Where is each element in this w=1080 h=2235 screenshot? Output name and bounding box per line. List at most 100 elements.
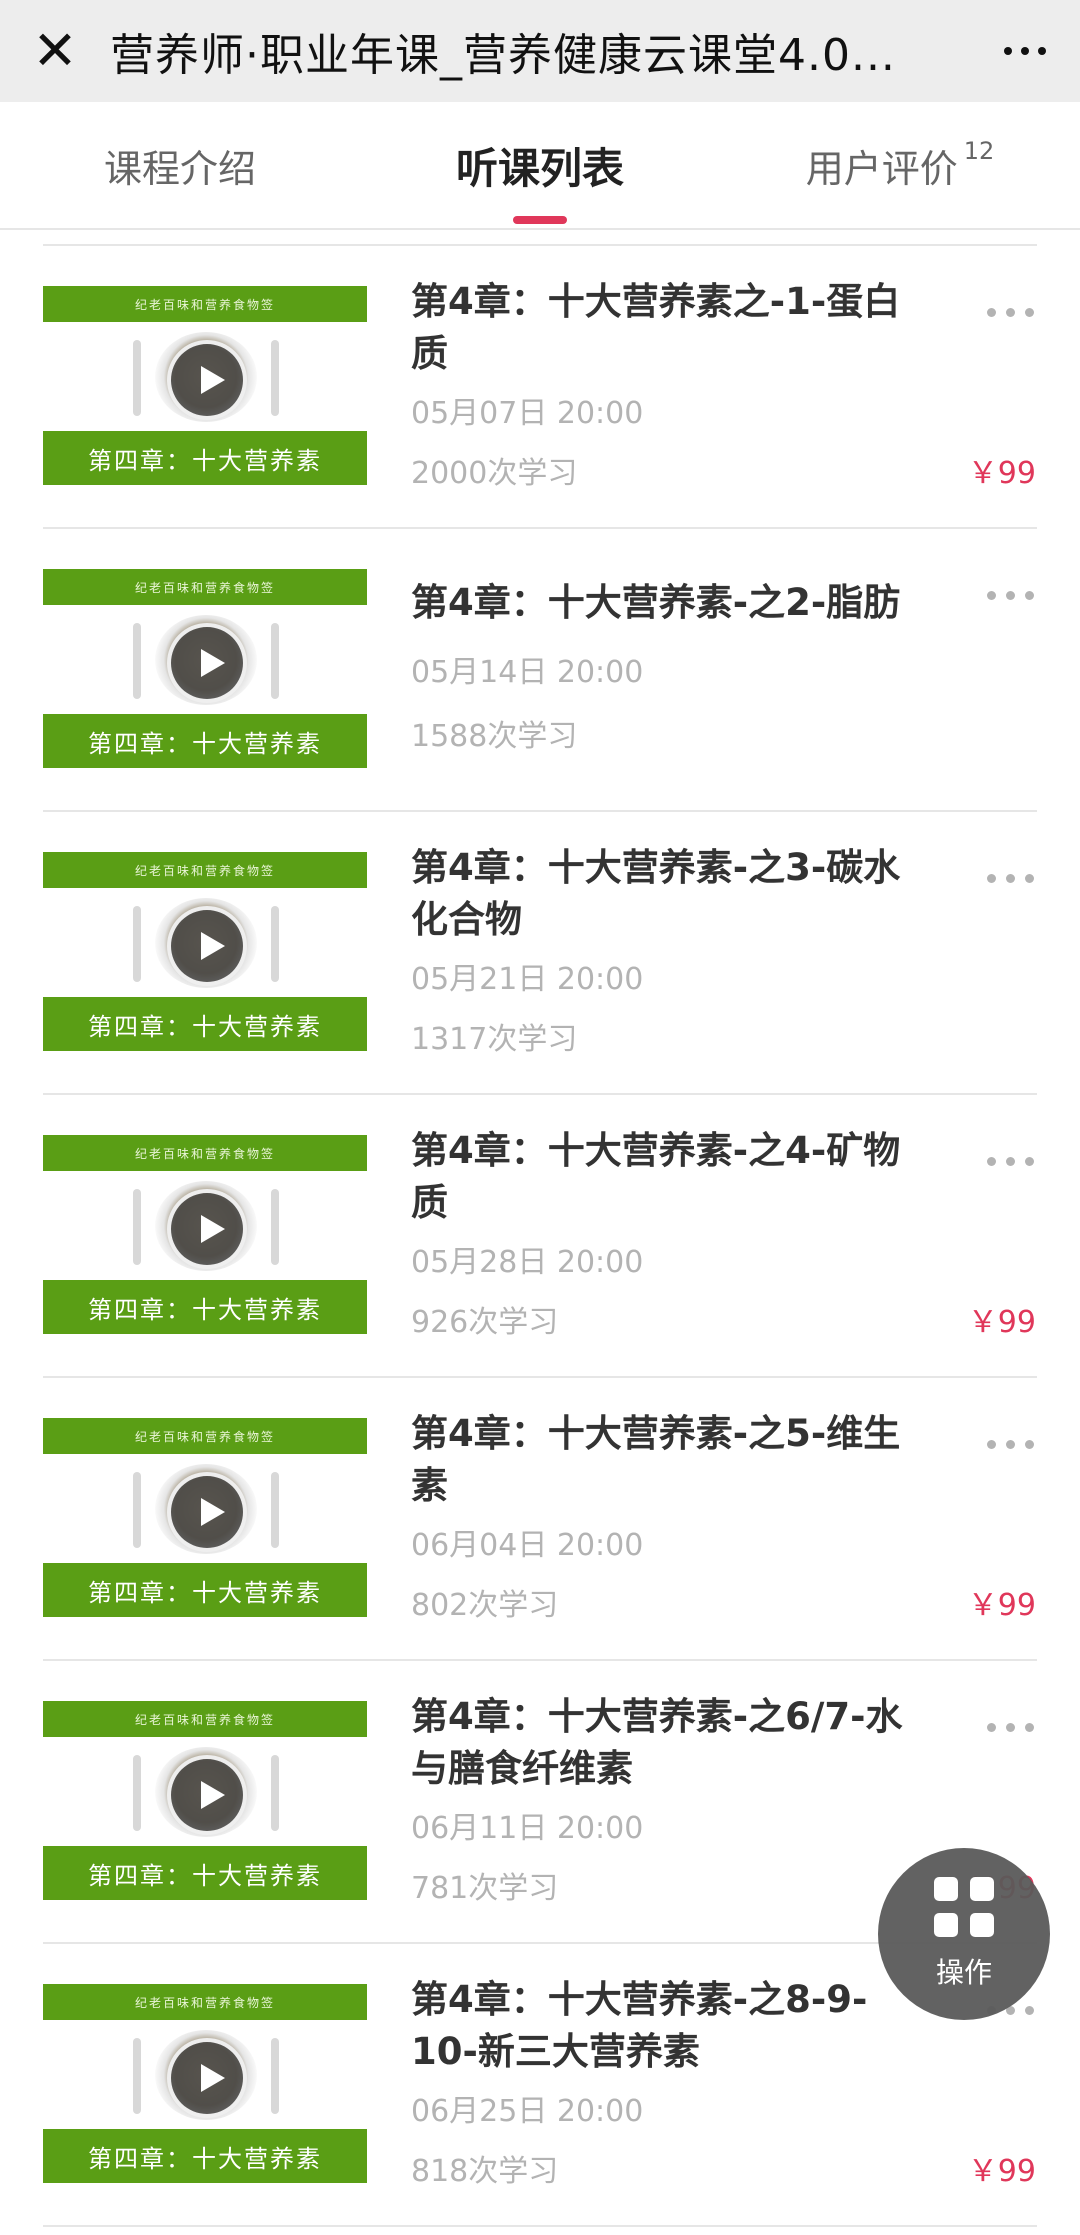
lesson-title[interactable]: 第4章：十大营养素-之6/7-水与膳食纤维素 [411,1691,931,1795]
fork-icon [133,623,141,699]
page: ✕ 营养师·职业年课_营养健康云课堂4.0... 课程介绍 听课列表 用户评价 … [0,0,1080,2235]
active-tab-indicator [513,216,567,224]
knife-icon [271,340,279,416]
lesson-info: 第4章：十大营养素-之3-碳水化合物 05月21日 20:00 [411,842,931,1000]
review-count-badge: 12 [963,137,995,165]
fork-icon [133,1189,141,1265]
play-icon[interactable] [167,1189,247,1269]
lesson-price: ￥99 [967,456,1036,491]
thumbnail-header: 纪老百味和营养食物签 [43,286,367,322]
lesson-thumbnail[interactable]: 纪老百味和营养食物签第四章：十大营养素 [43,1701,367,1900]
divider [43,2225,1037,2227]
lesson-more-icon[interactable] [987,308,1034,317]
knife-icon [271,1472,279,1548]
lesson-title[interactable]: 第4章：十大营养素-之8-9-10-新三大营养素 [411,1974,931,2078]
lesson-price: ￥99 [967,1588,1036,1623]
lesson-more-icon[interactable] [987,1157,1034,1166]
lesson-title[interactable]: 第4章：十大营养素-之4-矿物质 [411,1125,931,1229]
knife-icon [271,906,279,982]
play-icon[interactable] [167,340,247,420]
top-nav-bar: ✕ 营养师·职业年课_营养健康云课堂4.0... [0,0,1080,102]
tab-label: 用户评价 [805,146,958,191]
lesson-study-count: 1588次学习 [411,719,578,754]
lesson-date: 05月21日 20:00 [411,962,644,997]
lesson-study-count: 2000次学习 [411,456,578,491]
lesson-item[interactable]: 纪老百味和营养食物签 第四章：十大营养素 第4章：十大营养素-之5-维生素 06月04… [0,1378,1080,1661]
thumbnail-chapter: 第四章：十大营养素 [43,2129,367,2183]
thumbnail-chapter: 第四章：十大营养素 [43,997,367,1051]
lesson-title[interactable]: 第4章：十大营养素之-1-蛋白质 [411,276,931,380]
lesson-more-icon[interactable] [987,1440,1034,1449]
lesson-info: 第4章：十大营养素-之8-9-10-新三大营养素 06月25日 20:00 [411,1974,931,2132]
play-icon[interactable] [167,906,247,986]
lesson-date: 06月11日 20:00 [411,1811,644,1846]
tab-bar: 课程介绍 听课列表 用户评价 12 [0,102,1080,230]
fork-icon [133,906,141,982]
lesson-item[interactable]: 纪老百味和营养食物签第四章：十大营养素 第4章：十大营养素-之4-矿物质 05月28… [0,1095,1080,1378]
lesson-date: 06月25日 20:00 [411,2094,644,2129]
lesson-item[interactable]: 纪老百味和营养食物签 第四章：十大营养素 第4章：十大营养素-之2-脂肪 05月14日… [0,529,1080,812]
action-button-label: 操作 [935,1956,992,1989]
tab-label: 听课列表 [455,143,624,193]
lesson-info: 第4章：十大营养素-之5-维生素 06月04日 20:00 [411,1408,931,1566]
play-icon[interactable] [167,2038,247,2118]
lesson-study-count: 802次学习 [411,1588,559,1623]
lesson-date: 05月28日 20:00 [411,1245,644,1280]
lesson-thumbnail[interactable]: 纪老百味和营养食物签第四章：十大营养素 [43,1984,367,2183]
fork-icon [133,2038,141,2114]
lesson-title[interactable]: 第4章：十大营养素-之2-脂肪 [411,577,931,629]
thumbnail-chapter: 第四章：十大营养素 [43,1563,367,1617]
thumbnail-header: 纪老百味和营养食物签 [43,1135,367,1171]
lesson-title[interactable]: 第4章：十大营养素-之3-碳水化合物 [411,842,931,946]
thumbnail-chapter: 第四章：十大营养素 [43,431,367,485]
lesson-item[interactable]: 纪老百味和营养食物签第四章：十大营养素 第4章：十大营养素之-1-蛋白质 05月07… [0,246,1080,529]
lesson-info: 第4章：十大营养素之-1-蛋白质 05月07日 20:00 [411,276,931,434]
lesson-date: 06月04日 20:00 [411,1528,644,1563]
lesson-thumbnail[interactable]: 纪老百味和营养食物签 第四章：十大营养素 [43,1418,367,1617]
play-icon[interactable] [167,1472,247,1552]
page-title: 营养师·职业年课_营养健康云课堂4.0... [110,30,896,81]
action-button[interactable]: 操作 [878,1848,1050,2020]
fork-icon [133,1472,141,1548]
play-icon[interactable] [167,1755,247,1835]
lesson-more-icon[interactable] [987,591,1034,600]
thumbnail-header: 纪老百味和营养食物签 [43,1701,367,1737]
thumbnail-chapter: 第四章：十大营养素 [43,1846,367,1900]
thumbnail-chapter: 第四章：十大营养素 [43,1280,367,1334]
more-icon[interactable] [970,0,1080,102]
lesson-study-count: 818次学习 [411,2154,559,2189]
tab-course-intro[interactable]: 课程介绍 [0,102,360,228]
lesson-more-icon[interactable] [987,874,1034,883]
thumbnail-chapter: 第四章：十大营养素 [43,714,367,768]
lesson-price: ￥99 [967,2154,1036,2189]
lesson-price: ￥99 [967,1305,1036,1340]
thumbnail-header: 纪老百味和营养食物签 [43,852,367,888]
lesson-date: 05月07日 20:00 [411,396,644,431]
lesson-thumbnail[interactable]: 纪老百味和营养食物签第四章：十大营养素 [43,1135,367,1334]
tab-lesson-list[interactable]: 听课列表 [360,102,720,228]
lesson-study-count: 781次学习 [411,1871,559,1906]
knife-icon [271,623,279,699]
lesson-item[interactable]: 纪老百味和营养食物签第四章：十大营养素 第4章：十大营养素-之3-碳水化合物 05月… [0,812,1080,1095]
thumbnail-header: 纪老百味和营养食物签 [43,569,367,605]
lesson-thumbnail[interactable]: 纪老百味和营养食物签第四章：十大营养素 [43,286,367,485]
grid-icon [934,1877,994,1937]
lesson-study-count: 1317次学习 [411,1022,578,1057]
tab-label: 课程介绍 [103,146,256,191]
lesson-info: 第4章：十大营养素-之4-矿物质 05月28日 20:00 [411,1125,931,1283]
lesson-more-icon[interactable] [987,1723,1034,1732]
lesson-thumbnail[interactable]: 纪老百味和营养食物签第四章：十大营养素 [43,852,367,1051]
knife-icon [271,1189,279,1265]
lesson-info: 第4章：十大营养素-之2-脂肪 05月14日 20:00 [411,559,931,693]
thumbnail-header: 纪老百味和营养食物签 [43,1984,367,2020]
lesson-date: 05月14日 20:00 [411,655,644,690]
lesson-title[interactable]: 第4章：十大营养素-之5-维生素 [411,1408,931,1512]
fork-icon [133,1755,141,1831]
close-icon[interactable]: ✕ [0,0,110,102]
lesson-info: 第4章：十大营养素-之6/7-水与膳食纤维素 06月11日 20:00 [411,1691,931,1849]
lesson-study-count: 926次学习 [411,1305,559,1340]
tab-user-reviews[interactable]: 用户评价 12 [720,102,1080,228]
knife-icon [271,1755,279,1831]
lesson-thumbnail[interactable]: 纪老百味和营养食物签第四章：十大营养素 [43,569,367,768]
play-icon[interactable] [167,623,247,703]
